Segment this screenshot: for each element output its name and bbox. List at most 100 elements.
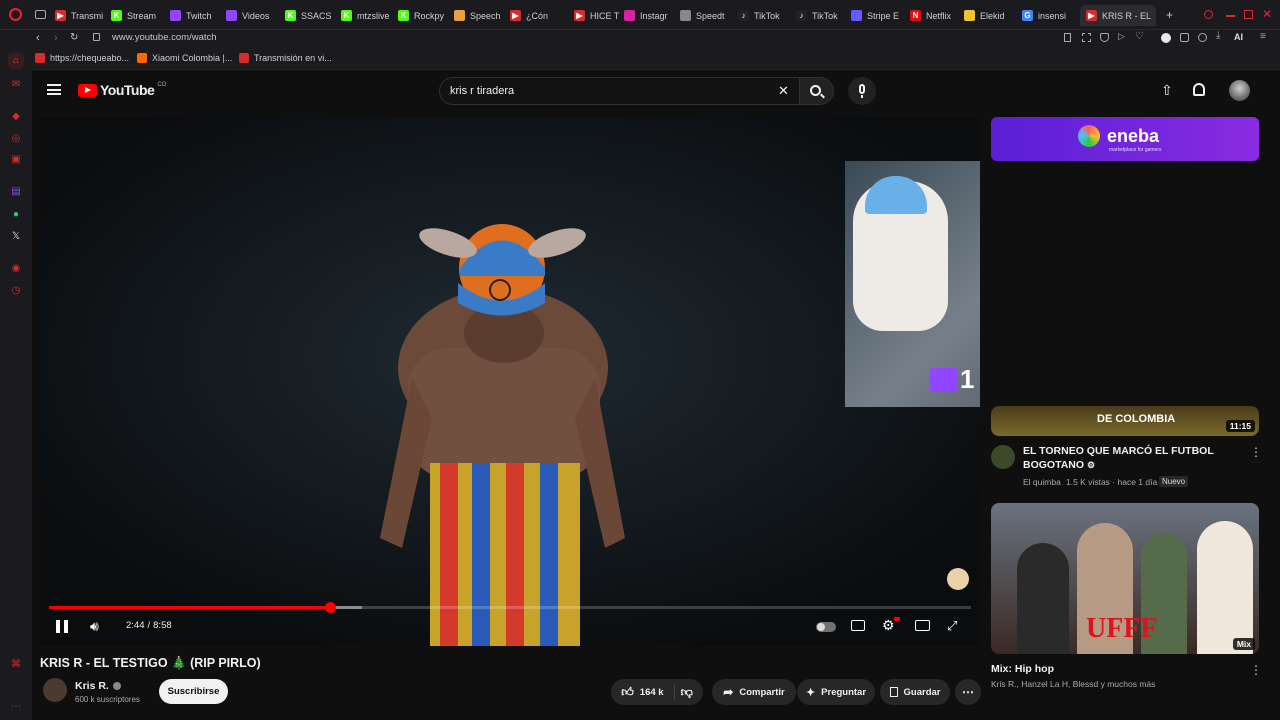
recommendation-menu-icon[interactable]: ⋮ <box>1250 445 1262 459</box>
fullscreen-icon[interactable]: ⤢ <box>947 618 957 634</box>
like-button[interactable]: 👍︎ 164 k <box>621 684 675 700</box>
reload-icon[interactable]: ↻ <box>70 32 78 43</box>
player-icon[interactable]: ◉ <box>10 263 22 275</box>
heart-icon[interactable]: ♡ <box>1135 31 1144 42</box>
extensions-icon[interactable] <box>1180 33 1189 42</box>
forward-icon[interactable]: › <box>54 32 58 44</box>
search-button[interactable] <box>800 77 834 105</box>
sidebar-app-icon[interactable]: ◆ <box>10 111 22 123</box>
snapshot-icon[interactable] <box>1198 33 1207 42</box>
minimize-button[interactable] <box>1226 15 1235 17</box>
screenshot-icon[interactable] <box>1082 33 1091 42</box>
whatsapp-icon[interactable]: ● <box>10 209 22 221</box>
close-window-button[interactable]: ✕ <box>1262 7 1272 21</box>
tab-label: Elekid <box>980 10 1005 21</box>
home-icon[interactable]: ⌂ <box>8 53 24 69</box>
search-input[interactable]: kris r tiradera <box>450 85 514 97</box>
play-icon[interactable]: ▷ <box>1118 31 1125 42</box>
tab-search-icon[interactable] <box>1204 10 1213 19</box>
menu-icon[interactable]: ≡ <box>1260 31 1266 42</box>
url-text[interactable]: www.youtube.com/watch <box>112 32 217 43</box>
sidebar-more-icon[interactable]: ⋯ <box>10 701 22 713</box>
tab-overview-icon[interactable] <box>35 10 46 19</box>
recommendation-thumbnail[interactable]: UFFF Mix <box>991 503 1259 654</box>
browser-tab[interactable]: ▶ HICE T <box>574 5 620 26</box>
sidebar-app-icon[interactable]: ▣ <box>10 154 22 166</box>
theater-mode-icon[interactable] <box>915 620 930 631</box>
sponsored-ad[interactable]: eneba marketplace for gamers <box>991 117 1259 161</box>
profile-icon[interactable] <box>1161 33 1171 43</box>
back-icon[interactable]: ‹ <box>36 32 40 44</box>
browser-tab[interactable]: ▶ ¿Cón <box>510 5 570 26</box>
browser-tab[interactable]: Stripe E <box>851 5 905 26</box>
browser-tab[interactable]: ♪ TikTok <box>796 5 848 26</box>
bookmark-label: Transmisión en vi... <box>254 53 332 63</box>
browser-tab[interactable]: Instagr <box>624 5 676 26</box>
browser-tab[interactable]: Speech <box>454 5 506 26</box>
youtube-logo[interactable]: YouTube CO <box>78 82 166 98</box>
search-box[interactable]: kris r tiradera ✕ <box>439 77 800 105</box>
recommendation-menu-icon[interactable]: ⋮ <box>1250 663 1262 677</box>
youtube-play-icon <box>78 83 97 97</box>
channel-name[interactable]: Kris R. <box>75 680 121 692</box>
save-button[interactable]: Guardar <box>880 679 950 705</box>
voice-search-button[interactable] <box>848 77 876 105</box>
browser-tab[interactable]: K Stream <box>111 5 167 26</box>
bookmark-label: Xiaomi Colombia |... <box>152 53 233 63</box>
twitch-viewer-count: 1 <box>960 364 975 394</box>
ask-button[interactable]: ✦ Preguntar <box>797 679 875 705</box>
browser-tab[interactable]: ♪ TikTok <box>738 5 792 26</box>
thumbnail-text: DE COLOMBIA <box>1097 413 1176 425</box>
browser-tab[interactable]: Ginsensi <box>1022 5 1074 26</box>
clear-search-icon[interactable]: ✕ <box>778 83 789 99</box>
notifications-bell-icon[interactable] <box>1193 83 1205 96</box>
account-avatar[interactable] <box>1229 80 1250 101</box>
browser-tab[interactable]: K SSACS <box>285 5 337 26</box>
pause-button[interactable] <box>56 620 68 633</box>
dislike-button[interactable]: 👎︎ <box>681 685 693 700</box>
volume-button[interactable]: 🔊︎ <box>90 618 99 635</box>
opera-logo-icon[interactable] <box>9 8 22 21</box>
bookmark-item[interactable]: https://chequeabo... <box>35 53 129 63</box>
subscribe-button[interactable]: Suscribirse <box>159 679 228 704</box>
sidebar-app-icon[interactable]: ◎ <box>10 133 22 145</box>
sidebar-settings-icon[interactable]: ⌘ <box>10 659 22 671</box>
more-actions-button[interactable]: ⋯ <box>955 679 981 705</box>
browser-tab[interactable]: Speedt <box>680 5 734 26</box>
aria-ai-button[interactable]: AI <box>1234 32 1243 42</box>
browser-tab[interactable]: K Rockpy <box>398 5 450 26</box>
video-player[interactable]: 1 1 K 3 🔊︎ 2:44 / 8:58 ⚙ ⤢ <box>40 118 980 646</box>
bookmark-item[interactable]: Transmisión en vi... <box>239 53 332 63</box>
twitch-icon[interactable]: ▤ <box>10 186 22 198</box>
sidebar-app-icon[interactable]: ✉ <box>10 79 22 91</box>
recommendation-title[interactable]: EL TORNEO QUE MARCÓ EL FUTBOL BOGOTANO ⚙ <box>1023 444 1223 472</box>
share-button[interactable]: ➦ Compartir <box>712 679 796 705</box>
browser-tab[interactable]: N Netflix <box>910 5 960 26</box>
recommendation-title[interactable]: Mix: Hip hop <box>991 662 1054 677</box>
recommendation-thumbnail[interactable]: DE COLOMBIA 11:15 <box>991 406 1259 436</box>
browser-tab[interactable]: ▶ KRIS R - EL <box>1080 5 1156 26</box>
bookmark-item[interactable]: Xiaomi Colombia |... <box>137 53 232 63</box>
bookmark-page-icon[interactable] <box>1064 33 1071 42</box>
download-icon[interactable]: ⤓ <box>1216 30 1220 41</box>
browser-tab[interactable]: Videos <box>226 5 280 26</box>
recommendation-channel[interactable]: El quimba <box>1023 477 1061 487</box>
new-tab-button[interactable]: + <box>1166 8 1173 22</box>
recommendation-channel[interactable]: Kris R., Hanzel La H, Blessd y muchos má… <box>991 679 1155 689</box>
subtitles-icon[interactable] <box>851 620 865 631</box>
recommendation-channel-avatar[interactable] <box>991 445 1015 469</box>
settings-gear-icon[interactable]: ⚙ <box>882 617 895 634</box>
x-icon[interactable]: 𝕏 <box>10 231 22 243</box>
browser-tab[interactable]: Elekid <box>964 5 1018 26</box>
browser-tab[interactable]: Kmtzslive <box>341 5 393 26</box>
progress-bar[interactable] <box>49 602 971 613</box>
browser-tab[interactable]: ▶ Transmi <box>55 5 107 26</box>
shield-icon[interactable] <box>1100 33 1109 42</box>
history-icon[interactable]: ◷ <box>10 285 22 297</box>
browser-tab[interactable]: Twitch <box>170 5 222 26</box>
maximize-button[interactable] <box>1244 10 1253 19</box>
autoplay-toggle[interactable] <box>816 622 836 632</box>
guide-menu-icon[interactable] <box>47 84 61 95</box>
upload-icon[interactable]: ⇧ <box>1161 82 1173 99</box>
channel-avatar[interactable] <box>43 678 67 702</box>
